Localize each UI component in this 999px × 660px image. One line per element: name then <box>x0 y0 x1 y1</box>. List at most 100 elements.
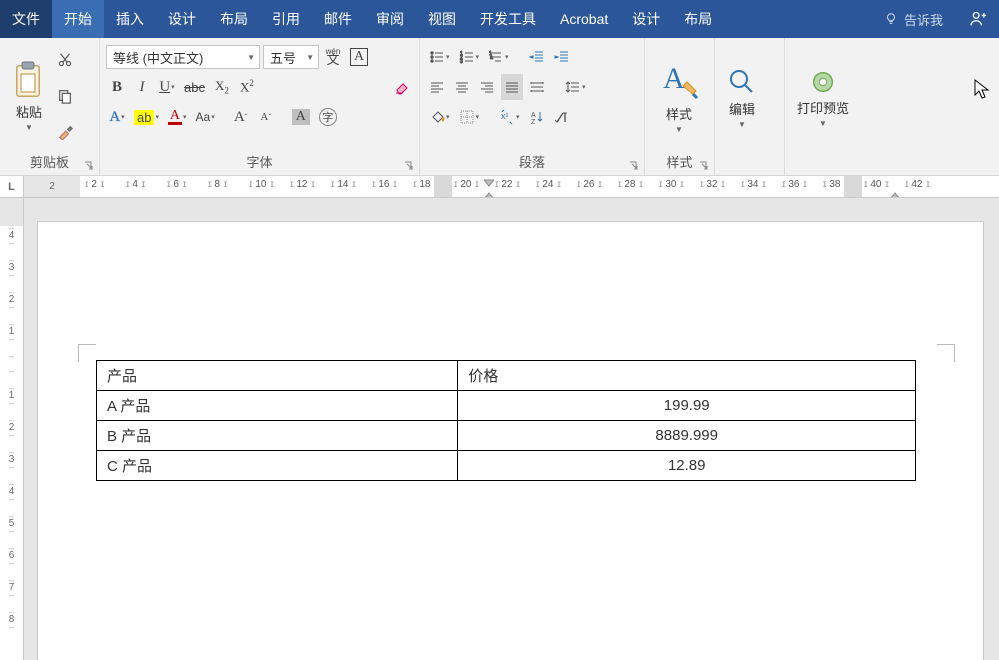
svg-text:A: A <box>663 62 685 95</box>
print-preview-label: 打印预览 <box>797 98 849 117</box>
char-shading-button[interactable]: A <box>289 104 313 130</box>
snap-to-grid-button[interactable]: x¹▾ <box>496 104 523 130</box>
tab-table-design[interactable]: 设计 <box>620 0 672 38</box>
table-row: B 产品 8889.999 <box>97 421 916 451</box>
svg-text:3: 3 <box>460 59 463 65</box>
shrink-font-button[interactable]: Aˇ <box>255 104 277 130</box>
shading-button[interactable]: ▾ <box>426 104 453 130</box>
tell-me-search[interactable]: 告诉我 <box>870 0 957 38</box>
tab-acrobat[interactable]: Acrobat <box>548 0 620 38</box>
table-header-cell[interactable]: 产品 <box>97 361 458 391</box>
superscript-button[interactable]: X2 <box>236 74 258 100</box>
font-name-select[interactable]: 等线 (中文正文)▼ <box>106 45 260 69</box>
page[interactable]: 产品 价格 A 产品 199.99 B 产品 8889.999 C 产品 12.… <box>38 222 983 660</box>
tab-home[interactable]: 开始 <box>52 0 104 38</box>
mouse-cursor <box>973 78 991 103</box>
group-edit-label <box>715 154 784 175</box>
svg-text:A: A <box>531 112 536 119</box>
distribute-button[interactable] <box>526 74 548 100</box>
table-cell[interactable]: C 产品 <box>97 451 458 481</box>
table-cell[interactable]: B 产品 <box>97 421 458 451</box>
group-clipboard: 粘贴 ▼ 剪贴板 <box>0 38 100 175</box>
bullets-button[interactable]: ▾ <box>426 44 453 70</box>
tab-review[interactable]: 审阅 <box>364 0 416 38</box>
highlight-button[interactable]: ab▾ <box>131 104 162 130</box>
paragraph-launcher[interactable] <box>628 159 640 171</box>
table-cell[interactable]: 12.89 <box>458 451 916 481</box>
multilevel-button[interactable]: 1a▾ <box>485 44 512 70</box>
hanging-indent-marker[interactable] <box>484 186 494 197</box>
text-effects-button[interactable]: A▾ <box>106 104 128 130</box>
bold-button[interactable]: B <box>106 74 128 100</box>
document-canvas[interactable]: 产品 价格 A 产品 199.99 B 产品 8889.999 C 产品 12.… <box>24 198 999 660</box>
tab-developer[interactable]: 开发工具 <box>468 0 548 38</box>
grow-font-button[interactable]: Aˆ <box>230 104 252 130</box>
bullets-icon <box>429 49 445 65</box>
font-launcher[interactable] <box>403 159 415 171</box>
cut-button[interactable] <box>54 47 76 73</box>
styles-button[interactable]: A 样式 ▼ <box>651 42 707 150</box>
show-marks-button[interactable] <box>551 104 573 130</box>
underline-button[interactable]: U▾ <box>156 74 178 100</box>
table-row: 产品 价格 <box>97 361 916 391</box>
clipboard-launcher[interactable] <box>83 159 95 171</box>
tab-references[interactable]: 引用 <box>260 0 312 38</box>
print-preview-button[interactable]: 打印预览 ▼ <box>791 42 855 154</box>
table-cell[interactable]: 199.99 <box>458 391 916 421</box>
table-header-cell[interactable]: 价格 <box>458 361 916 391</box>
align-center-icon <box>454 79 470 95</box>
tab-design[interactable]: 设计 <box>156 0 208 38</box>
tab-selector[interactable]: L <box>0 176 24 197</box>
tab-table-layout[interactable]: 布局 <box>672 0 724 38</box>
horizontal-ruler[interactable]: L 2ɪ 2 ɪɪ 4 ɪɪ 6 ɪɪ 8 ɪɪ 10 ɪɪ 12 ɪɪ 14 … <box>0 176 999 198</box>
justify-button[interactable] <box>501 74 523 100</box>
italic-button[interactable]: I <box>131 74 153 100</box>
chevron-down-icon: ▼ <box>738 120 746 129</box>
table-row: A 产品 199.99 <box>97 391 916 421</box>
sort-button[interactable]: AZ <box>526 104 548 130</box>
decrease-indent-button[interactable] <box>526 44 548 70</box>
group-paragraph-label: 段落 <box>420 150 644 175</box>
svg-text:a: a <box>490 55 493 61</box>
group-clipboard-label: 剪贴板 <box>0 150 99 175</box>
phonetic-guide-button[interactable]: wén文 <box>322 44 344 70</box>
magnifier-icon <box>727 67 757 97</box>
tab-insert[interactable]: 插入 <box>104 0 156 38</box>
char-border-button[interactable]: A <box>347 44 371 70</box>
copy-button[interactable] <box>54 83 76 109</box>
increase-indent-button[interactable] <box>551 44 573 70</box>
styles-launcher[interactable] <box>698 159 710 171</box>
table-cell[interactable]: 8889.999 <box>458 421 916 451</box>
right-indent-marker[interactable] <box>890 186 900 197</box>
subscript-button[interactable]: X2 <box>211 74 233 100</box>
numbering-button[interactable]: 123▾ <box>456 44 483 70</box>
sort-icon: AZ <box>529 109 545 125</box>
align-center-button[interactable] <box>451 74 473 100</box>
ribbon: 粘贴 ▼ 剪贴板 等线 (中文正文)▼ 五号▼ wén文 A B I <box>0 38 999 176</box>
change-case-button[interactable]: Aa▾ <box>193 104 218 130</box>
paste-button[interactable]: 粘贴 ▼ <box>6 42 52 150</box>
justify-icon <box>504 79 520 95</box>
strikethrough-button[interactable]: abc <box>181 74 208 100</box>
enclose-char-button[interactable]: 字 <box>316 104 340 130</box>
data-table[interactable]: 产品 价格 A 产品 199.99 B 产品 8889.999 C 产品 12.… <box>96 360 916 481</box>
align-left-button[interactable] <box>426 74 448 100</box>
font-color-button[interactable]: A▾ <box>165 104 190 130</box>
edit-label: 编辑 <box>729 99 755 118</box>
format-painter-button[interactable] <box>54 119 76 145</box>
clear-format-button[interactable] <box>391 74 413 100</box>
tab-file[interactable]: 文件 <box>0 0 52 38</box>
line-spacing-button[interactable]: ▾ <box>562 74 589 100</box>
tab-mailings[interactable]: 邮件 <box>312 0 364 38</box>
font-size-select[interactable]: 五号▼ <box>263 45 319 69</box>
outdent-icon <box>529 49 545 65</box>
group-styles: A 样式 ▼ 样式 <box>645 38 715 175</box>
align-right-button[interactable] <box>476 74 498 100</box>
table-cell[interactable]: A 产品 <box>97 391 458 421</box>
borders-button[interactable]: ▾ <box>456 104 483 130</box>
tab-view[interactable]: 视图 <box>416 0 468 38</box>
edit-find-button[interactable]: 编辑 ▼ <box>721 42 763 154</box>
account-button[interactable] <box>957 0 999 38</box>
vertical-ruler[interactable]: –4––3––2––1–– ––1––2––3––4––5––6––7––8– <box>0 198 24 660</box>
tab-layout[interactable]: 布局 <box>208 0 260 38</box>
